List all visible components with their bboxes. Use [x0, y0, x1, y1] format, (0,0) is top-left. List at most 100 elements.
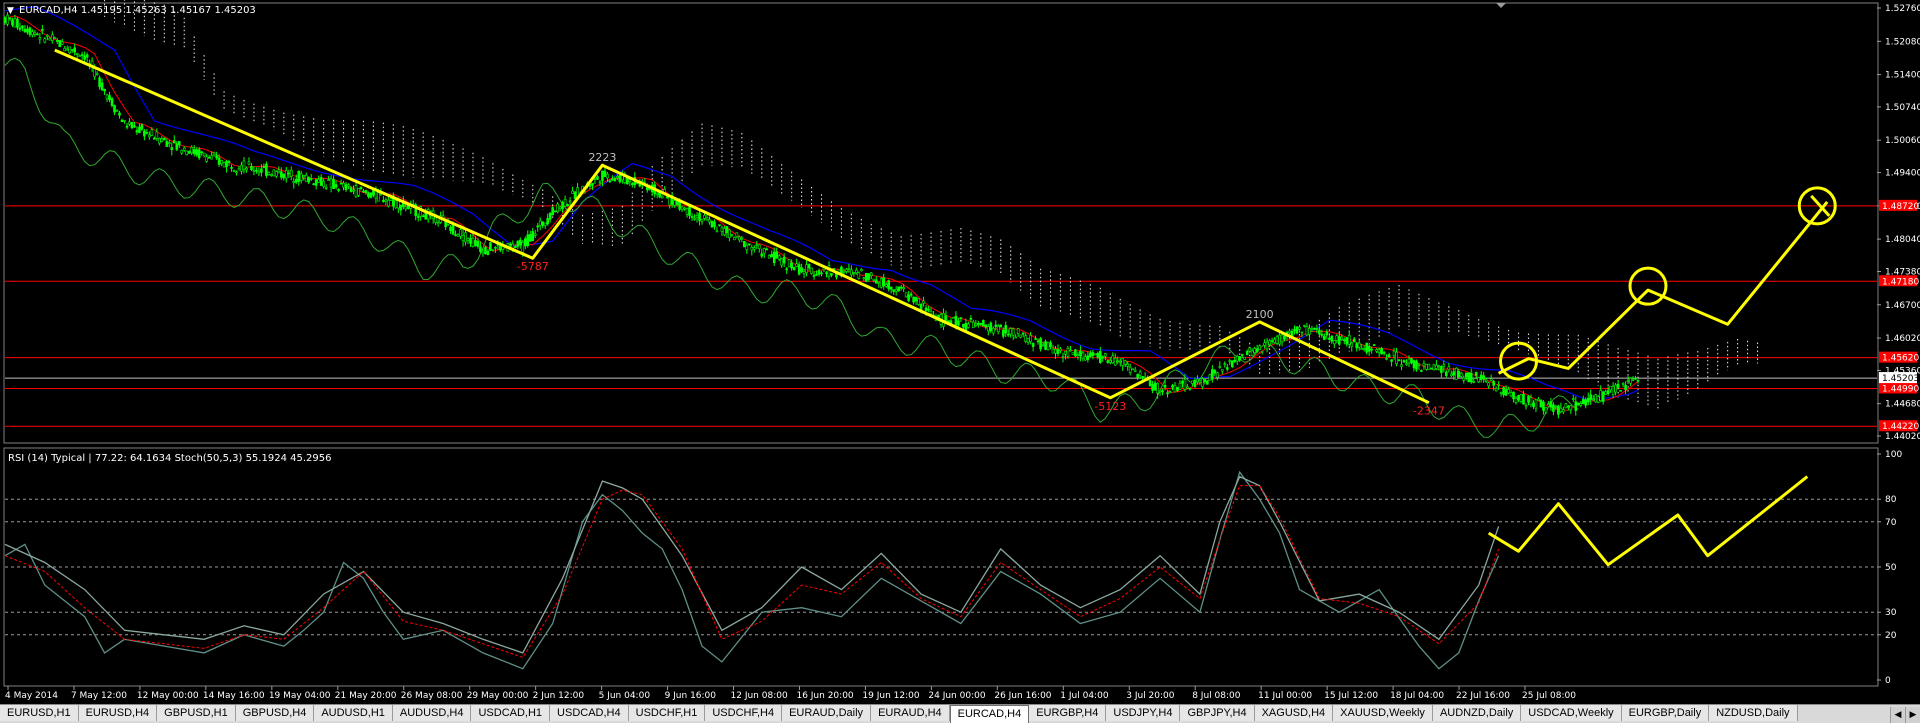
candle-body [110, 98, 114, 106]
candle-body [43, 38, 47, 43]
tab-gbpjpy-h4[interactable]: GBPJPY,H4 [1180, 705, 1255, 721]
tab-gbpusd-h1[interactable]: GBPUSD,H1 [157, 705, 236, 721]
candle-body [1094, 353, 1097, 356]
candle-body [708, 219, 711, 223]
price-level-tag: 1.47180 [1882, 277, 1919, 287]
tab-eurcad-h4[interactable]: EURCAD,H4 [949, 705, 1030, 723]
candle-body [777, 255, 781, 260]
candle-body [693, 218, 696, 220]
candle-body [710, 220, 714, 228]
menu-icon[interactable]: ▼ [7, 6, 14, 16]
tab-audusd-h1[interactable]: AUDUSD,H1 [314, 705, 393, 721]
candle-body [1377, 349, 1381, 353]
candle-body [1542, 401, 1545, 411]
candle-body [618, 174, 622, 183]
time-axis-label: 1 Jul 04:00 [1060, 691, 1109, 701]
tab-xagusd-h4[interactable]: XAGUSD,H4 [1254, 705, 1334, 721]
candle-body [1196, 378, 1199, 382]
candle-body [1191, 380, 1194, 384]
tab-usdcad-h4[interactable]: USDCAD,H4 [550, 705, 629, 721]
candle-body [967, 323, 970, 328]
candle-body [362, 190, 365, 193]
tab-usdchf-h1[interactable]: USDCHF,H1 [628, 705, 706, 721]
candle-body [752, 247, 756, 250]
candle-body [294, 179, 298, 183]
candle-body [1288, 330, 1291, 334]
candle-body [750, 247, 754, 251]
candle-body [865, 272, 868, 282]
candle-body [1462, 377, 1466, 381]
candle-body [1208, 374, 1212, 381]
candle-body [50, 34, 54, 42]
tab-audnzd-daily[interactable]: AUDNZD,Daily [1432, 705, 1522, 721]
tab-eurgbp-daily[interactable]: EURGBP,Daily [1621, 705, 1710, 721]
candle-body [1355, 343, 1359, 349]
candle-body [1275, 336, 1279, 344]
candle-body [1604, 391, 1607, 395]
candle-body [272, 169, 276, 177]
time-axis-label: 5 Jun 04:00 [599, 691, 651, 701]
time-axis-label: 3 Jul 20:00 [1126, 691, 1175, 701]
tab-euraud-h4[interactable]: EURAUD,H4 [871, 705, 950, 721]
candle-body [1502, 387, 1505, 396]
candle-body [1315, 328, 1319, 330]
candle-body [302, 175, 306, 178]
triangle-left-icon[interactable]: ◀ [1890, 707, 1905, 723]
chart-area[interactable]: -5787 2223 -5123 2100 -2347 1.52760 1.52080 1.… [0, 0, 1920, 704]
tab-usdcad-h1[interactable]: USDCAD,H1 [471, 705, 551, 721]
candle-body [568, 200, 572, 203]
tab-eurusd-h4[interactable]: EURUSD,H4 [78, 705, 158, 721]
candle-body [735, 232, 739, 237]
tab-xauusd-weekly[interactable]: XAUUSD,Weekly [1333, 705, 1433, 721]
candle-body [591, 182, 594, 186]
candle-body [608, 180, 612, 183]
candle-body [240, 164, 243, 172]
candle-body [215, 155, 218, 159]
tab-usdchf-h4[interactable]: USDCHF,H4 [705, 705, 783, 721]
candle-body [481, 251, 485, 255]
tab-eurgbp-h4[interactable]: EURGBP,H4 [1029, 705, 1107, 721]
price-axis-label: 1.51400 [1885, 71, 1920, 81]
candle-body [1031, 342, 1035, 347]
indicator-axis-label: 0 [1885, 676, 1891, 686]
candle-body [962, 323, 965, 328]
candle-body [1113, 357, 1117, 366]
time-axis-label: 12 Jun 08:00 [731, 691, 788, 701]
candle-body [237, 168, 241, 171]
indicator-axis-label: 50 [1885, 563, 1897, 573]
candle-body [222, 162, 226, 168]
price-axis-label: 1.49400 [1885, 169, 1920, 179]
candle-body [1079, 351, 1082, 357]
candle-body [1547, 403, 1550, 406]
candle-body [1014, 336, 1017, 339]
candle-body [1216, 372, 1219, 378]
candle-body [1382, 352, 1386, 354]
tab-usdcad-weekly[interactable]: USDCAD,Weekly [1521, 705, 1622, 721]
candle-body [1051, 348, 1055, 354]
candle-body [312, 183, 315, 185]
tab-euraud-daily[interactable]: EURAUD,Daily [782, 705, 872, 721]
price-axis-label: 1.52760 [1885, 4, 1920, 14]
candle-body [879, 278, 883, 288]
candle-body [991, 327, 995, 334]
candle-body [459, 229, 462, 237]
candle-body [1337, 336, 1341, 345]
candle-body [1074, 349, 1077, 357]
tab-gbpusd-h4[interactable]: GBPUSD,H4 [235, 705, 315, 721]
tab-usdjpy-h4[interactable]: USDJPY,H4 [1106, 705, 1181, 721]
triangle-right-icon[interactable]: ▶ [1905, 707, 1920, 723]
candle-body [775, 251, 779, 259]
tab-nzdusd-daily[interactable]: NZDUSD,Daily [1709, 705, 1798, 721]
candle-body [1099, 351, 1102, 363]
candle-body [1044, 341, 1047, 350]
candle-body [1387, 354, 1391, 358]
candle-body [1569, 405, 1573, 411]
candle-body [922, 300, 925, 304]
candle-body [1313, 327, 1316, 330]
tab-eurusd-h1[interactable]: EURUSD,H1 [0, 705, 79, 721]
tab-audusd-h4[interactable]: AUDUSD,H4 [392, 705, 472, 721]
candle-body [404, 206, 408, 210]
tab-list: EURUSD,H1 EURUSD,H4 GBPUSD,H1 GBPUSD,H4 AUDU… [0, 705, 1798, 723]
candle-body [566, 204, 569, 207]
candle-body [33, 32, 37, 35]
